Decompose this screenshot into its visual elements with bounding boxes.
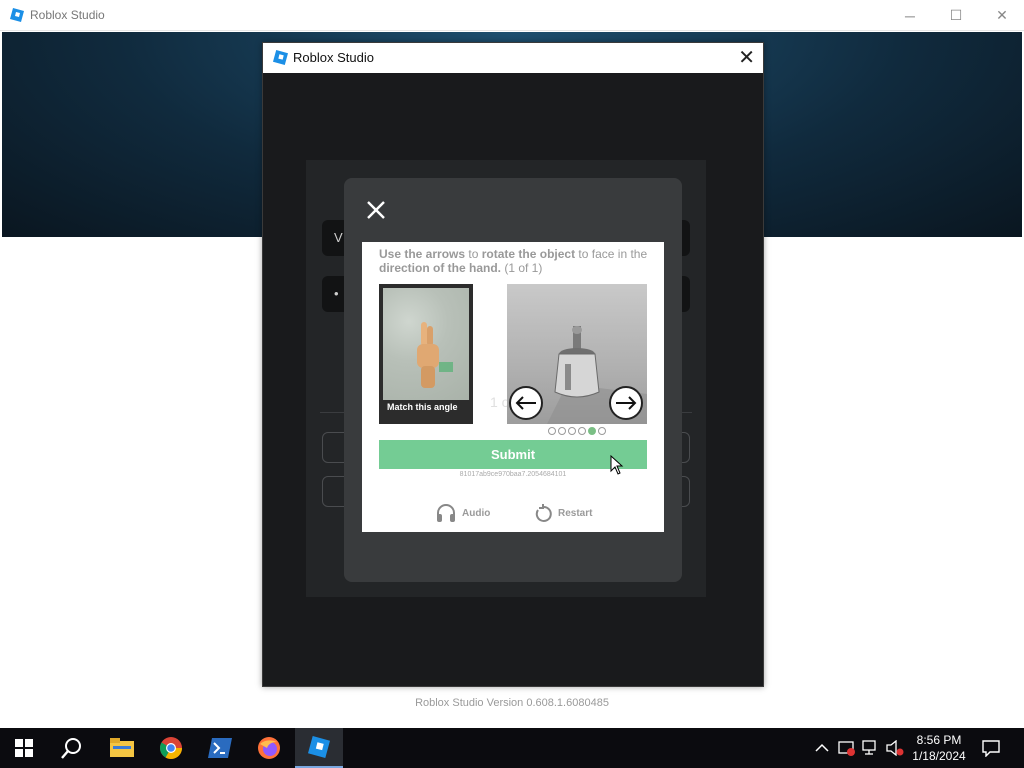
chrome-button[interactable] (147, 728, 195, 768)
powershell-button[interactable] (196, 728, 244, 768)
indicator-dot (578, 427, 586, 435)
version-text: Roblox Studio Version 0.608.1.6080485 (415, 697, 609, 709)
instruction-part: to (465, 247, 482, 261)
powershell-icon (208, 738, 232, 758)
notification-icon (982, 740, 1000, 757)
arrow-left-icon (515, 396, 536, 410)
restart-icon (535, 504, 552, 522)
taskbar-clock[interactable]: 8:56 PM 1/18/2024 (905, 732, 973, 764)
clock-date: 1/18/2024 (912, 749, 966, 763)
search-icon (61, 738, 81, 759)
mouse-cursor-icon (610, 455, 624, 475)
rotation-indicator (548, 427, 606, 435)
instruction-part: Use the arrows (379, 247, 466, 261)
minimize-button[interactable]: ─ (887, 0, 933, 31)
outer-window-title: Roblox Studio (30, 8, 105, 22)
hand-icon (417, 322, 453, 388)
start-button[interactable] (0, 728, 48, 768)
rotate-left-button[interactable] (509, 386, 543, 420)
arrow-right-icon (616, 396, 637, 410)
rotate-right-button[interactable] (609, 386, 643, 420)
firefox-icon (258, 737, 280, 759)
instruction-part: rotate the object (481, 247, 576, 261)
system-tray (814, 728, 904, 768)
indicator-dot (598, 427, 606, 435)
dialog-close-button[interactable]: ✕ (738, 46, 755, 70)
reference-label: Match this angle (387, 402, 458, 412)
indicator-dot (558, 427, 566, 435)
roblox-studio-taskbar-button[interactable] (295, 728, 343, 768)
audio-label: Audio (462, 507, 491, 519)
network-icon[interactable] (862, 740, 880, 756)
captcha-modal: Use the arrows to rotate the object to f… (344, 178, 682, 582)
instruction-part: direction of the hand. (379, 261, 501, 275)
file-explorer-icon (110, 738, 134, 757)
clock-time: 8:56 PM (916, 733, 962, 747)
instruction-part: to face in the (575, 247, 648, 261)
captcha-close-icon[interactable] (364, 198, 388, 222)
close-window-button[interactable]: ✕ (979, 0, 1024, 31)
chrome-icon (160, 737, 182, 759)
captcha-card: Use the arrows to rotate the object to f… (362, 242, 664, 532)
indicator-dot-active (588, 427, 596, 435)
password-field-text: • (334, 286, 339, 301)
roblox-studio-app-icon (10, 8, 24, 22)
volume-muted-icon[interactable] (886, 740, 904, 756)
reference-image-background (383, 288, 469, 400)
audio-button[interactable]: Audio (436, 504, 490, 522)
notifications-button[interactable] (968, 728, 1014, 768)
file-explorer-button[interactable] (98, 728, 146, 768)
session-id: 81017ab9ce970baa7.2054684101 (459, 471, 567, 478)
indicator-dot (568, 427, 576, 435)
dialog-titlebar: Roblox Studio ✕ (263, 43, 763, 73)
taskbar: 8:56 PM 1/18/2024 (0, 728, 1024, 768)
chevron-up-icon[interactable] (814, 740, 830, 756)
captcha-instructions: Use the arrows to rotate the object to f… (379, 247, 649, 275)
dialog-title: Roblox Studio (293, 50, 374, 65)
start-icon (15, 739, 33, 757)
roblox-studio-app-icon (273, 50, 288, 65)
headphones-icon (437, 504, 455, 522)
login-dialog: Roblox Studio ✕ V • Use the arrows to ro… (262, 42, 764, 687)
restart-label: Restart (558, 507, 593, 519)
security-icon[interactable] (838, 740, 856, 756)
outer-titlebar: Roblox Studio ─ ☐ ✕ (0, 0, 1024, 31)
submit-button[interactable]: Submit (379, 440, 647, 469)
username-field-text: V (334, 230, 343, 245)
reference-image: Match this angle (379, 284, 473, 424)
search-button[interactable] (48, 728, 96, 768)
maximize-button[interactable]: ☐ (933, 0, 979, 31)
firefox-button[interactable] (245, 728, 293, 768)
restart-button[interactable]: Restart (534, 504, 592, 522)
instruction-part: (1 of 1) (501, 261, 543, 275)
rotating-object-view (507, 284, 647, 424)
indicator-dot (548, 427, 556, 435)
roblox-studio-icon (308, 736, 330, 758)
